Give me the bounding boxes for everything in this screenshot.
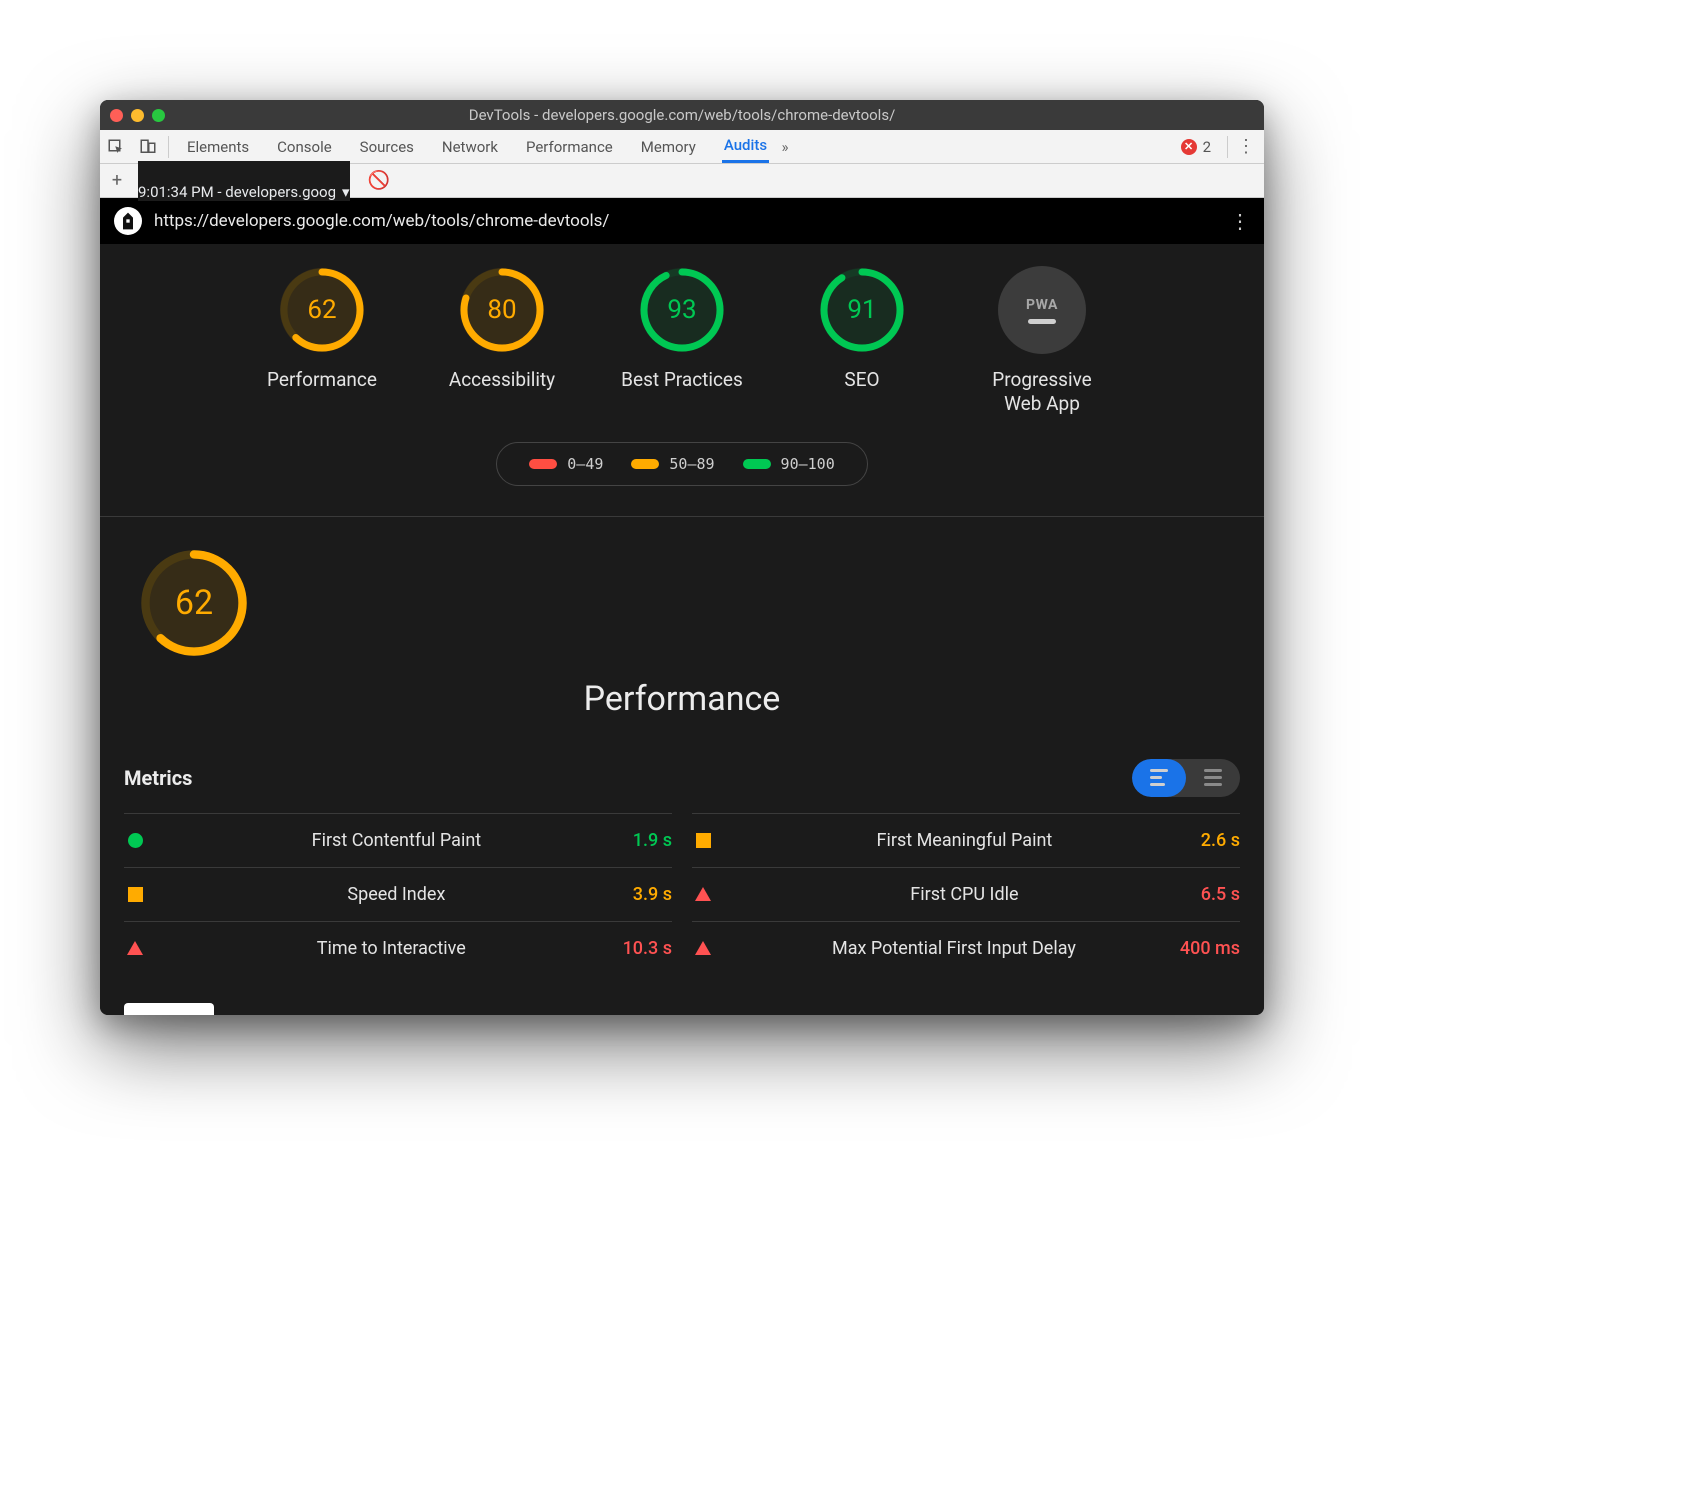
gauge-score: 62	[278, 266, 366, 354]
status-poor-icon	[695, 941, 711, 955]
tab-performance[interactable]: Performance	[524, 130, 615, 163]
metric-value: 1.9 s	[633, 830, 672, 851]
error-count: 2	[1203, 138, 1211, 156]
metric-row[interactable]: First Contentful Paint 1.9 s	[124, 813, 672, 867]
window-controls	[110, 109, 165, 122]
metric-row[interactable]: First CPU Idle 6.5 s	[692, 867, 1240, 921]
devtools-window: DevTools - developers.google.com/web/too…	[100, 100, 1264, 1015]
gauge-score: 80	[458, 266, 546, 354]
inspect-element-icon[interactable]	[100, 130, 132, 164]
status-good-icon	[128, 833, 143, 848]
status-average-icon	[696, 833, 711, 848]
score-legend: 0–49 50–89 90–100	[496, 442, 868, 486]
legend-pill-green	[743, 459, 771, 469]
gauge-label: Accessibility	[432, 368, 572, 392]
toggle-summary-icon[interactable]	[1132, 759, 1186, 797]
metric-value: 400 ms	[1180, 938, 1240, 959]
metric-name: Max Potential First Input Delay	[728, 938, 1180, 959]
legend-red: 0–49	[567, 455, 603, 473]
lighthouse-report: 62 Performance 80 Accessibility 93 Best …	[100, 244, 1264, 1015]
performance-title: Performance	[124, 679, 1240, 719]
metric-name: Speed Index	[160, 884, 633, 905]
device-toolbar-icon[interactable]	[132, 130, 164, 164]
gauge-label: SEO	[792, 368, 932, 392]
kebab-menu-icon[interactable]: ⋮	[1232, 136, 1260, 157]
gauge-best-practices[interactable]: 93 Best Practices	[612, 266, 752, 416]
maximize-window-button[interactable]	[152, 109, 165, 122]
legend-pill-red	[529, 459, 557, 469]
toggle-detail-icon[interactable]	[1186, 759, 1240, 797]
legend-orange: 50–89	[669, 455, 714, 473]
tab-console[interactable]: Console	[275, 130, 334, 163]
report-menu-icon[interactable]: ⋮	[1230, 209, 1250, 233]
metric-name: First Meaningful Paint	[728, 830, 1201, 851]
tab-memory[interactable]: Memory	[639, 130, 698, 163]
new-audit-button[interactable]: +	[100, 170, 134, 191]
close-window-button[interactable]	[110, 109, 123, 122]
tab-elements[interactable]: Elements	[185, 130, 251, 163]
tab-audits[interactable]: Audits	[722, 130, 769, 163]
metric-value: 6.5 s	[1201, 884, 1240, 905]
titlebar: DevTools - developers.google.com/web/too…	[100, 100, 1264, 130]
view-trace-button[interactable]	[124, 1003, 214, 1015]
more-tabs-button[interactable]: »	[769, 130, 801, 164]
legend-pill-orange	[631, 459, 659, 469]
legend-green: 90–100	[781, 455, 835, 473]
tab-sources[interactable]: Sources	[358, 130, 416, 163]
performance-section: 62 Performance Metrics First Contentful …	[100, 517, 1264, 985]
metric-value: 3.9 s	[633, 884, 672, 905]
performance-gauge: 62	[124, 547, 264, 659]
metric-row[interactable]: Speed Index 3.9 s	[124, 867, 672, 921]
metric-name: Time to Interactive	[160, 938, 623, 959]
report-label: 9:01:34 PM - developers.goog	[138, 183, 336, 201]
metric-name: First Contentful Paint	[160, 830, 633, 851]
metric-value: 2.6 s	[1201, 830, 1240, 851]
status-poor-icon	[127, 941, 143, 955]
metrics-heading: Metrics	[124, 766, 192, 790]
pwa-icon: PWA	[1026, 297, 1058, 313]
error-counter[interactable]: ✕ 2	[1181, 138, 1211, 156]
window-title: DevTools - developers.google.com/web/too…	[100, 106, 1264, 124]
devtools-tabbar: Elements Console Sources Network Performance…	[100, 130, 1264, 164]
status-average-icon	[128, 887, 143, 902]
gauge-accessibility[interactable]: 80 Accessibility	[432, 266, 572, 416]
gauge-label: Performance	[252, 368, 392, 392]
metric-value: 10.3 s	[623, 938, 672, 959]
performance-score: 62	[138, 547, 250, 659]
pwa-badge: PWA	[998, 266, 1086, 354]
gauge-score: 93	[638, 266, 726, 354]
metric-row[interactable]: First Meaningful Paint 2.6 s	[692, 813, 1240, 867]
metric-row[interactable]: Time to Interactive 10.3 s	[124, 921, 672, 975]
lighthouse-icon	[114, 207, 142, 235]
tab-network[interactable]: Network	[440, 130, 500, 163]
report-urlbar: https://developers.google.com/web/tools/…	[100, 198, 1264, 244]
clear-all-icon[interactable]: 🚫	[368, 170, 390, 191]
dropdown-icon: ▾	[342, 183, 350, 201]
report-dropdown[interactable]: 9:01:34 PM - developers.goog ▾	[138, 161, 350, 201]
status-poor-icon	[695, 887, 711, 901]
audits-toolbar: + 9:01:34 PM - developers.goog ▾ 🚫	[100, 164, 1264, 198]
gauge-performance[interactable]: 62 Performance	[252, 266, 392, 416]
minimize-window-button[interactable]	[131, 109, 144, 122]
metric-name: First CPU Idle	[728, 884, 1201, 905]
gauge-label: Best Practices	[612, 368, 752, 392]
gauge-score: 91	[818, 266, 906, 354]
metric-row[interactable]: Max Potential First Input Delay 400 ms	[692, 921, 1240, 975]
audited-url: https://developers.google.com/web/tools/…	[154, 211, 609, 231]
gauge-label: Progressive Web App	[972, 368, 1112, 416]
error-icon: ✕	[1181, 139, 1197, 155]
gauge-progressive-web-app[interactable]: PWA Progressive Web App	[972, 266, 1112, 416]
metrics-view-toggle[interactable]	[1132, 759, 1240, 797]
gauge-seo[interactable]: 91 SEO	[792, 266, 932, 416]
